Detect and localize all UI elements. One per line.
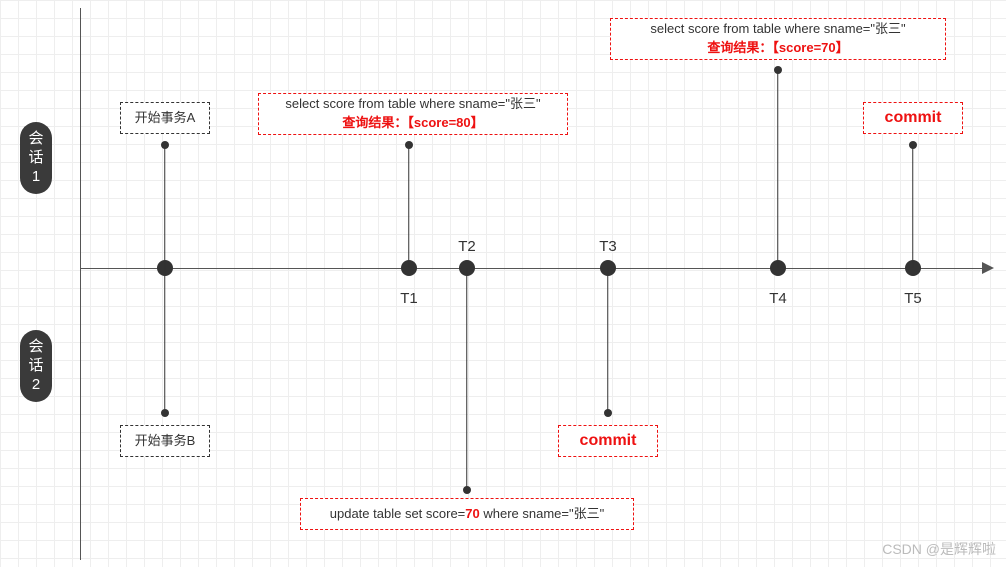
endpoint-t3 [604,409,612,417]
box-update-t2: update table set score=70 where sname="张… [300,498,634,530]
endpoint-startB [161,409,169,417]
x-axis [80,268,988,269]
session-2-text: 会话2 [28,338,43,393]
vline-t4 [777,70,778,268]
vline-t5 [912,145,913,268]
box-commit-t3: commit [558,425,658,457]
watermark: CSDN @是辉辉啦 [882,539,996,559]
tick-t4: T4 [769,290,787,307]
vline-t1 [408,145,409,268]
box-startB: 开始事务B [120,425,210,457]
session-1-text: 会话1 [28,130,43,185]
commit-t5-text: commit [885,106,942,129]
startA-text: 开始事务A [135,109,196,128]
endpoint-t5 [909,141,917,149]
query-t4-sql: select score from table where sname="张三" [650,20,905,39]
tick-t2: T2 [458,238,476,255]
tick-t5: T5 [904,290,922,307]
query-t1-sql: select score from table where sname="张三" [285,95,540,114]
commit-t3-text: commit [580,429,637,452]
endpoint-t4 [774,66,782,74]
update-t2-val: 70 [465,506,479,521]
tick-t3: T3 [599,238,617,255]
update-t2-post: where sname="张三" [480,506,604,521]
tick-t1: T1 [400,290,418,307]
query-t1-res: 查询结果：【score=80】 [342,114,483,133]
y-axis [80,8,81,560]
update-t2-pre: update table set score= [330,506,466,521]
box-query-t4: select score from table where sname="张三"… [610,18,946,60]
x-arrow-icon [982,262,994,274]
vline-startB [164,268,165,413]
box-commit-t5: commit [863,102,963,134]
session-2-label: 会话2 [20,330,52,402]
session-1-label: 会话1 [20,122,52,194]
vline-t3 [607,268,608,413]
vline-startA [164,145,165,268]
query-t4-res: 查询结果：【score=70】 [707,39,848,58]
endpoint-t2 [463,486,471,494]
endpoint-t1 [405,141,413,149]
vline-t2 [466,268,467,490]
update-t2-text: update table set score=70 where sname="张… [330,505,604,524]
box-startA: 开始事务A [120,102,210,134]
startB-text: 开始事务B [135,432,196,451]
endpoint-startA [161,141,169,149]
box-query-t1: select score from table where sname="张三"… [258,93,568,135]
